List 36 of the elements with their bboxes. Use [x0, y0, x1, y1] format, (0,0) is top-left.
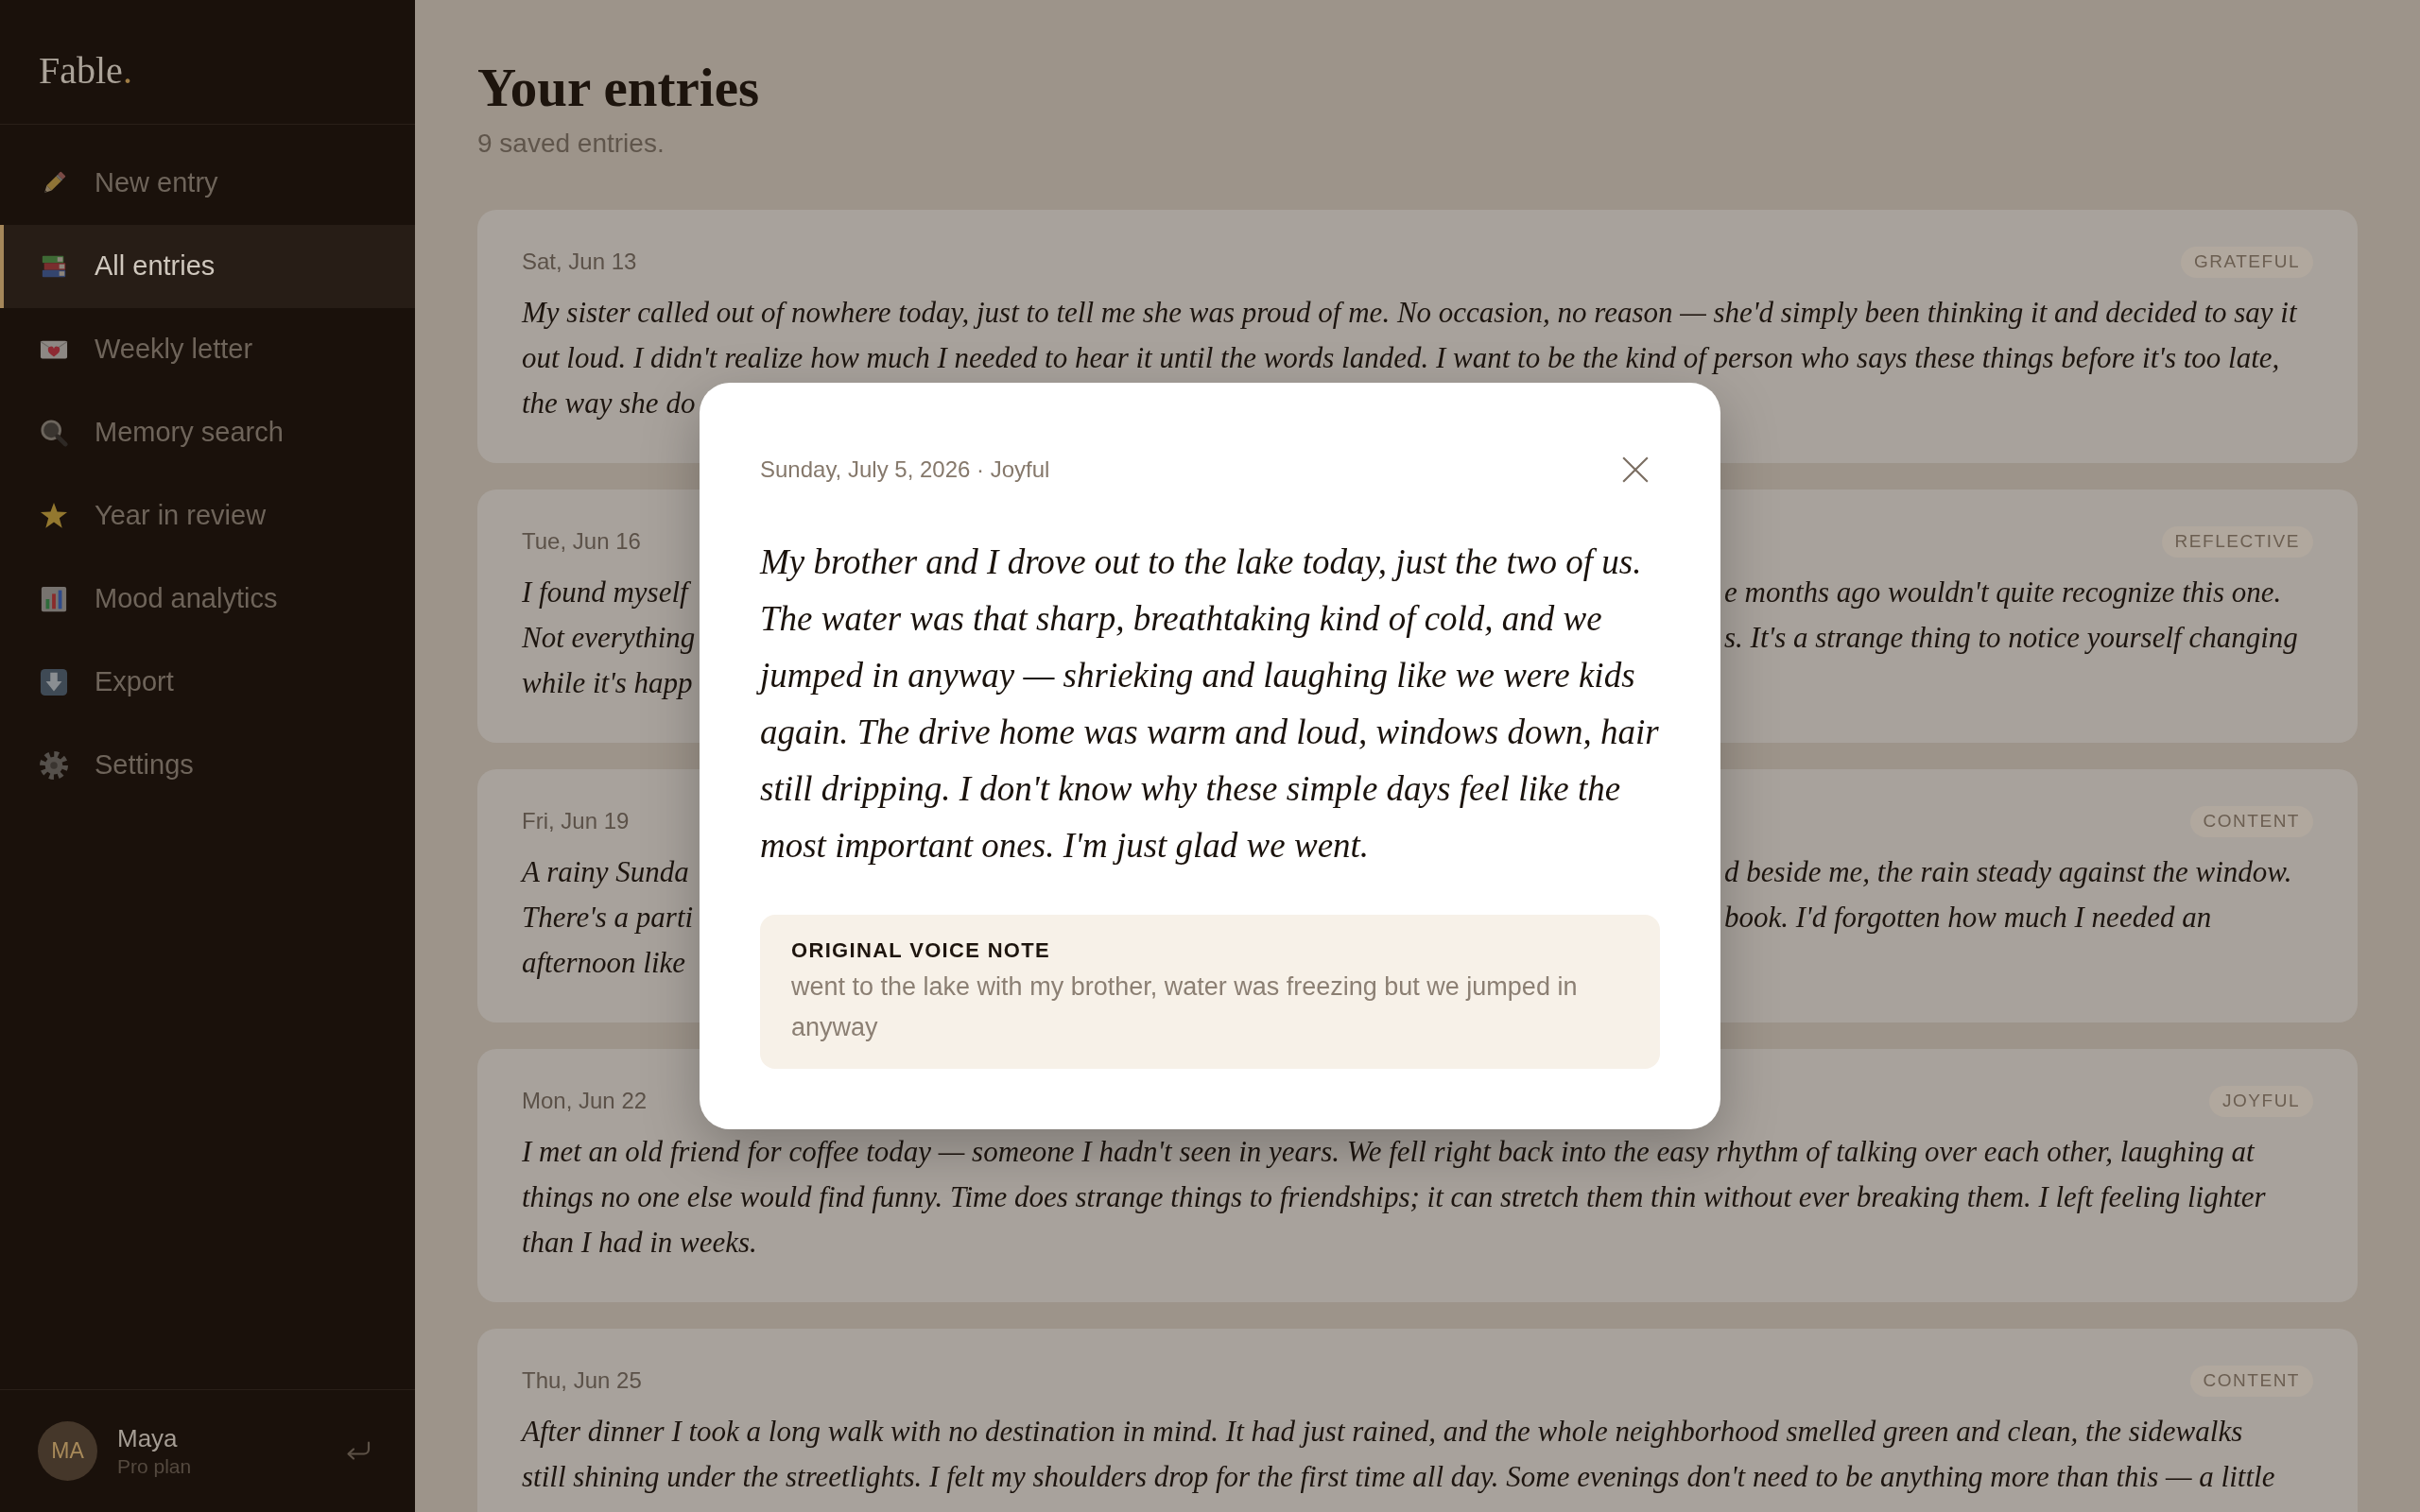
page-subtitle: 9 saved entries.	[477, 128, 665, 160]
entry-text: the way she do	[522, 386, 696, 421]
voice-note-text: went to the lake with my brother, water was freezing but we jumped in anyway	[791, 971, 1579, 1043]
entry-date: Thu, Jun 25	[522, 1366, 642, 1395]
entry-date: Sunday, July 5, 2026 · Joyful	[760, 455, 1050, 484]
entry-text: I met an old friend for coffee today — someone I hadn't seen in years. We fell right back into the easy rhythm of talking over each other, laughing at	[522, 1134, 2255, 1170]
entry-text: while it's happ	[522, 665, 693, 701]
entry-text: There's a parti	[522, 900, 694, 936]
entry-text: afternoon like	[522, 945, 686, 981]
entry-text: Not everything	[522, 620, 696, 656]
entry-text: than I had in weeks.	[522, 1225, 757, 1261]
entry-text: things no one else would find funny. Time does strange things to friendships; it can stretch them thin without ever breaking them. I left feeling lighter	[522, 1179, 2266, 1215]
user-plan: Pro plan	[117, 1453, 192, 1479]
avatar: MA	[38, 1421, 97, 1481]
page-title: Your entries	[477, 57, 760, 119]
mood-tag: JOYFUL	[2209, 1085, 2313, 1117]
mood-tag: REFLECTIVE	[2161, 525, 2313, 558]
user-name: Maya	[117, 1422, 179, 1453]
mood-tag: CONTENT	[2189, 1365, 2313, 1397]
entry-date: Sat, Jun 13	[522, 248, 637, 276]
entry-text: out loud. I didn't realize how much I needed to hear it until the words landed. I want to be the kind of person who says these things before it's too late,	[522, 340, 2280, 376]
voice-note-label: ORIGINAL VOICE NOTE	[791, 937, 1051, 964]
entry-text: s. It's a strange thing to notice yourself changing	[1724, 620, 2298, 656]
entry-text: still shining under the streetlights. I felt my shoulders drop for the first time all day. Some evenings don't need to be anything more than this — a little	[522, 1459, 2275, 1495]
entry-text: d beside me, the rain steady against the window.	[1724, 854, 2292, 890]
entry-text: My sister called out of nowhere today, just to tell me she was proud of me. No occasion, no reason — she'd simply been thinking it and decided to say it	[522, 295, 2297, 331]
entry-date: Tue, Jun 16	[522, 527, 641, 556]
entry-text: book. I'd forgotten how much I needed an	[1724, 900, 2212, 936]
entry-date: Mon, Jun 22	[522, 1087, 648, 1115]
entry-text: e months ago wouldn't quite recognize this one.	[1724, 575, 2282, 610]
entry-date: Fri, Jun 19	[522, 807, 630, 835]
entry-text: After dinner I took a long walk with no destination in mind. It had just rained, and the whole neighborhood smelled green and clean, the sidewalks	[522, 1414, 2243, 1450]
logo: Fable.	[39, 51, 132, 90]
mood-tag: CONTENT	[2189, 805, 2313, 837]
mood-tag: GRATEFUL	[2180, 246, 2313, 278]
entry-text: A rainy Sunda	[522, 854, 689, 890]
